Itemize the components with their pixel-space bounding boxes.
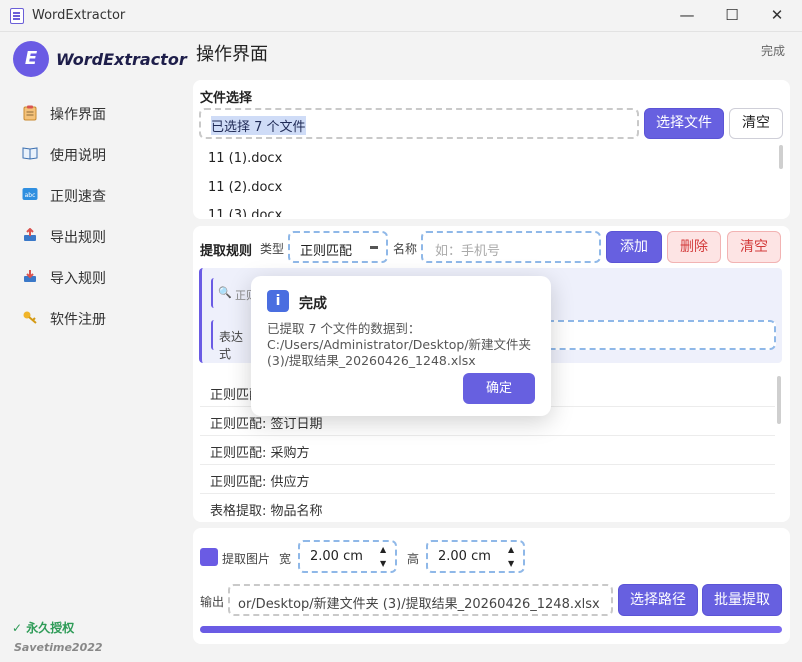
logo-badge: E <box>13 41 49 77</box>
sidebar-item-label: 导入规则 <box>50 271 106 287</box>
width-spinbox[interactable]: 2.00 cm ▲ ▼ <box>298 540 397 573</box>
app-icon <box>10 8 24 24</box>
sidebar-item-label: 使用说明 <box>50 148 106 164</box>
output-path-field[interactable]: or/Desktop/新建文件夹 (3)/提取结果_20260426_1248.… <box>228 584 613 616</box>
list-item[interactable]: 11 (3).docx <box>208 208 282 217</box>
extract-images-checkbox[interactable] <box>200 548 218 566</box>
batch-extract-button[interactable]: 批量提取 <box>702 584 782 616</box>
sidebar-item-operation[interactable]: 操作界面 <box>0 95 180 131</box>
sidebar-item-label: 软件注册 <box>50 312 106 328</box>
import-icon <box>22 269 38 285</box>
spin-down-icon[interactable]: ▼ <box>508 559 514 568</box>
extract-images-label: 提取图片 <box>222 552 271 566</box>
sidebar: E WordExtractor 操作界面 使用说明 abc 正则速查 导出规则 … <box>0 32 187 662</box>
choose-path-button[interactable]: 选择路径 <box>618 584 698 616</box>
export-icon <box>22 227 38 244</box>
type-label: 类型 <box>260 242 285 256</box>
delete-rule-button[interactable]: 删除 <box>667 231 721 263</box>
height-label: 高 <box>407 552 420 566</box>
add-rule-button[interactable]: 添加 <box>606 231 662 263</box>
license-status: ✓ 永久授权 <box>12 621 75 635</box>
list-item[interactable]: 11 (1).docx <box>208 151 282 166</box>
output-path-value: or/Desktop/新建文件夹 (3)/提取结果_20260426_1248.… <box>238 597 600 612</box>
table-row[interactable]: 正则匹配: 供应方 <box>200 465 775 494</box>
choose-file-button[interactable]: 选择文件 <box>644 108 724 139</box>
clear-files-button[interactable]: 清空 <box>729 108 783 139</box>
sidebar-item-import[interactable]: 导入规则 <box>0 259 180 295</box>
clear-rules-button[interactable]: 清空 <box>727 231 781 263</box>
logo-text: WordExtractor <box>56 50 187 69</box>
clipboard-icon <box>22 105 38 121</box>
search-icon: 🔍 <box>218 286 232 299</box>
sidebar-item-label: 正则速查 <box>50 189 106 205</box>
file-section-label: 文件选择 <box>200 91 253 106</box>
book-icon <box>22 146 38 162</box>
type-select[interactable]: 正则匹配 <box>288 231 388 263</box>
list-item[interactable]: 11 (2).docx <box>208 180 282 195</box>
close-button[interactable]: ✕ <box>757 4 797 28</box>
completion-dialog: i 完成 已提取 7 个文件的数据到：C:/Users/Administrato… <box>251 276 551 416</box>
sidebar-item-label: 导出规则 <box>50 230 106 246</box>
file-selected-text: 已选择 7 个文件 <box>211 116 306 135</box>
chevron-down-icon <box>370 246 378 249</box>
rules-section-label: 提取规则 <box>200 244 253 259</box>
spin-down-icon[interactable]: ▼ <box>380 559 386 568</box>
window-title: WordExtractor <box>32 8 126 23</box>
file-selected-field[interactable]: 已选择 7 个文件 <box>199 108 639 139</box>
minimize-button[interactable]: — <box>667 4 707 28</box>
width-value: 2.00 cm <box>310 549 363 564</box>
name-label: 名称 <box>393 242 418 256</box>
height-value: 2.00 cm <box>438 549 491 564</box>
abc-icon: abc <box>22 187 38 203</box>
savetime-label: Savetime2022 <box>14 641 103 654</box>
output-label: 输出 <box>200 595 225 609</box>
ok-button[interactable]: 确定 <box>463 373 535 404</box>
spin-up-icon[interactable]: ▲ <box>380 545 386 554</box>
dialog-title: 完成 <box>299 296 327 312</box>
type-select-value: 正则匹配 <box>300 244 353 259</box>
rules-list-scrollbar[interactable] <box>777 376 781 424</box>
file-list[interactable]: 11 (1).docx 11 (2).docx 11 (3).docx <box>200 145 780 217</box>
info-icon: i <box>267 290 289 312</box>
expr-label: 表达式 <box>219 330 244 361</box>
table-row[interactable]: 正则匹配: 采购方 <box>200 436 775 465</box>
key-icon <box>22 310 38 326</box>
title-bar: WordExtractor — ☐ ✕ <box>0 0 802 32</box>
sidebar-item-label: 操作界面 <box>50 107 106 123</box>
height-spinbox[interactable]: 2.00 cm ▲ ▼ <box>426 540 525 573</box>
name-input[interactable]: 如：手机号 <box>421 231 601 263</box>
dialog-message: 已提取 7 个文件的数据到：C:/Users/Administrator/Des… <box>267 321 532 368</box>
maximize-button[interactable]: ☐ <box>712 4 752 28</box>
width-label: 宽 <box>279 552 292 566</box>
table-row[interactable]: 表格提取: 物品名称 <box>200 494 775 523</box>
sidebar-item-register[interactable]: 软件注册 <box>0 300 180 336</box>
sidebar-item-manual[interactable]: 使用说明 <box>0 136 180 172</box>
progress-bar <box>200 626 782 633</box>
file-list-scrollbar[interactable] <box>779 145 783 169</box>
name-input-placeholder: 如：手机号 <box>435 244 501 259</box>
progress-track <box>200 626 782 633</box>
svg-text:abc: abc <box>25 192 36 199</box>
sidebar-item-export[interactable]: 导出规则 <box>0 218 180 254</box>
sidebar-item-regex[interactable]: abc 正则速查 <box>0 177 180 213</box>
expr-label-box: 表达式 <box>211 320 251 361</box>
spin-up-icon[interactable]: ▲ <box>508 545 514 554</box>
page-title: 操作界面 <box>196 44 268 65</box>
status-label: 完成 <box>761 44 786 58</box>
